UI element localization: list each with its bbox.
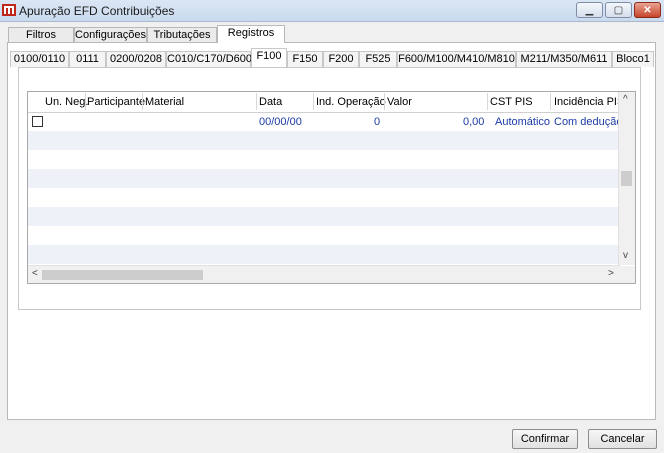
tab-c010-c170-d600[interactable]: C010/C170/D600 [166, 51, 252, 67]
column-header-material[interactable]: Material [145, 96, 184, 108]
column-header-ind-operacao[interactable]: Ind. Operação [316, 96, 386, 108]
confirm-button[interactable]: Confirmar [512, 429, 578, 449]
maximize-icon: ▢ [613, 4, 624, 16]
empty-row [28, 169, 620, 188]
tab-m211-m350-m611[interactable]: M211/M350/M611 [516, 51, 612, 67]
column-header-valor[interactable]: Valor [387, 96, 412, 108]
scroll-up-icon[interactable]: ^ [623, 94, 628, 105]
scrollbar-corner [619, 266, 635, 283]
empty-row [28, 245, 620, 264]
tab-tributacoes[interactable]: Tributações [147, 27, 217, 42]
row-checkbox[interactable] [32, 116, 43, 127]
tab-0100-0110[interactable]: 0100/0110 [10, 51, 69, 67]
close-button[interactable]: ✕ [634, 2, 661, 18]
table-row[interactable]: 00/00/00 0 0,00 Automático Com dedução [28, 112, 623, 131]
scroll-right-icon[interactable]: > [608, 268, 614, 279]
vertical-scrollbar[interactable]: ^ v [618, 92, 635, 265]
cell-valor[interactable]: 0,00 [463, 116, 484, 128]
horizontal-scroll-thumb[interactable] [42, 270, 203, 280]
cell-data[interactable]: 00/00/00 [259, 116, 302, 128]
vertical-scroll-thumb[interactable] [621, 171, 632, 186]
minimize-icon: ▁ [585, 4, 594, 16]
records-grid[interactable]: Un. Neg. Participante Material Data Ind.… [27, 91, 636, 284]
scroll-down-icon[interactable]: v [623, 250, 628, 261]
column-header-cst-pis[interactable]: CST PIS [490, 96, 533, 108]
tab-f600-m100-m410-m810[interactable]: F600/M100/M410/M810 [397, 51, 516, 67]
column-header-incidencia-pis[interactable]: Incidência PIS [554, 96, 624, 108]
grid-header: Un. Neg. Participante Material Data Ind.… [28, 92, 624, 113]
cancel-button[interactable]: Cancelar [588, 429, 657, 449]
empty-row [28, 188, 620, 207]
tab-0111[interactable]: 0111 [69, 51, 106, 67]
tab-configuracoes[interactable]: Configurações [74, 27, 147, 42]
cell-incidencia-pis[interactable]: Com dedução [554, 116, 623, 128]
empty-row [28, 131, 620, 150]
close-icon: ✕ [643, 4, 652, 16]
window-title: Apuração EFD Contribuições [19, 4, 175, 18]
tab-f525[interactable]: F525 [359, 51, 397, 67]
column-header-data[interactable]: Data [259, 96, 282, 108]
title-bar: Apuração EFD Contribuições ▁ ▢ ✕ [0, 0, 664, 22]
tab-0200-0208[interactable]: 0200/0208 [106, 51, 166, 67]
maximize-button[interactable]: ▢ [605, 2, 632, 18]
empty-row [28, 207, 620, 226]
app-logo-icon [2, 4, 16, 16]
tab-filtros[interactable]: Filtros [8, 27, 74, 42]
minimize-button[interactable]: ▁ [576, 2, 603, 18]
tab-f200[interactable]: F200 [323, 51, 359, 67]
register-tabs: 0100/0110 0111 0200/0208 C010/C170/D600 … [10, 48, 658, 67]
horizontal-scrollbar[interactable]: < > [28, 265, 620, 283]
empty-row [28, 150, 620, 169]
scroll-left-icon[interactable]: < [32, 268, 38, 279]
tab-f100[interactable]: F100 [251, 48, 287, 67]
column-header-un-neg[interactable]: Un. Neg. [45, 96, 88, 108]
tab-f150[interactable]: F150 [287, 51, 323, 67]
cell-cst-pis[interactable]: Automático [495, 116, 550, 128]
empty-row [28, 226, 620, 245]
cell-ind-operacao[interactable]: 0 [374, 116, 380, 128]
tab-registros[interactable]: Registros [217, 25, 285, 43]
column-header-participante[interactable]: Participante [87, 96, 145, 108]
tab-bloco1[interactable]: Bloco1 [612, 51, 654, 67]
